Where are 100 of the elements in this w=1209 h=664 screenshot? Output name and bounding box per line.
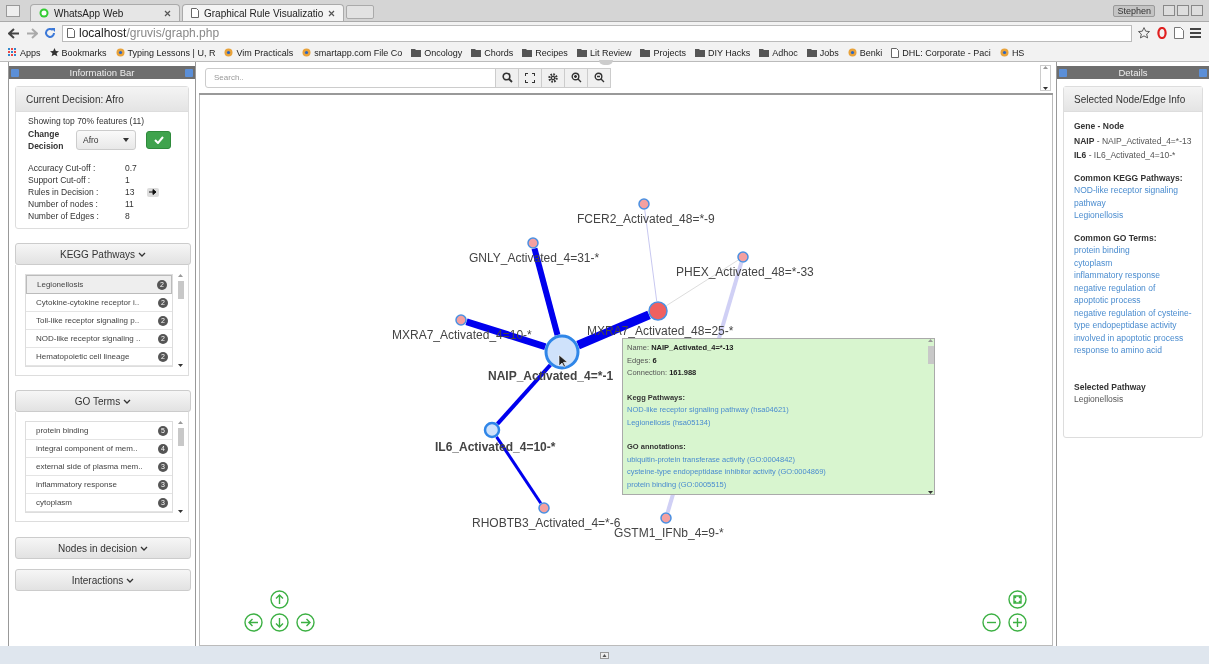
star-icon[interactable] [1138,27,1150,39]
site-icon [302,48,312,57]
scroll-up-icon[interactable] [1043,65,1048,69]
bookmark[interactable]: Lit Review [576,47,632,58]
close-icon[interactable] [328,9,336,17]
decision-dropdown[interactable]: Afro [76,130,136,150]
back-icon[interactable] [8,27,20,39]
bookmark[interactable]: Vim Practicals [224,47,294,58]
close-icon[interactable] [164,9,171,17]
browser-tab[interactable]: Graphical Rule Visualizatio [182,4,345,21]
scrollbar-thumb[interactable] [927,346,934,364]
pathway-link[interactable]: NOD-like receptor signaling pathway [1074,184,1192,209]
arrow-button[interactable] [147,187,159,197]
scroll-down-icon[interactable] [928,491,933,494]
stat-value: 11 [125,199,135,209]
expand-up-icon[interactable] [600,651,609,659]
zoom-in-button[interactable] [564,67,588,88]
go-term-link[interactable]: protein binding [1074,244,1192,257]
browser-tab[interactable]: WhatsApp Web [30,4,180,21]
address-bar[interactable]: localhost/gruvis/graph.php [62,24,1132,42]
bookmark[interactable]: Typing Lessons | U, R [115,47,216,58]
accordion-header[interactable]: Nodes in decision [15,537,191,559]
site-icon [224,48,234,57]
scroll-down-icon[interactable] [1043,86,1048,90]
go-term-link[interactable]: inflammatory response [1074,269,1192,282]
mouse-cursor-icon [558,354,568,368]
stat-label: Accuracy Cut-off : [28,163,97,173]
search-icon [501,72,513,83]
graph-node[interactable] [660,512,672,524]
graph-node[interactable] [538,502,550,514]
caret-icon [123,138,129,142]
fullscreen-icon [525,72,535,83]
go-term-link[interactable]: cytoplasm [1074,256,1192,269]
forward-icon[interactable] [26,27,38,39]
bookmark[interactable]: Jobs [806,47,839,58]
window-icon [6,5,20,17]
ring-icon[interactable] [1156,27,1168,39]
scrollbar[interactable] [177,421,184,513]
bookmark[interactable]: Projects [640,47,686,58]
graph-node[interactable] [527,237,539,249]
graph-node[interactable] [638,198,650,210]
scrollbar[interactable] [177,274,184,367]
pan-right-button[interactable] [296,613,315,632]
pan-left-button[interactable] [244,613,263,632]
pathway-link[interactable]: Legionellosis [1074,209,1192,222]
profile-name[interactable]: Stephen [1113,4,1155,17]
bookmark[interactable]: Benki [847,47,883,58]
fit-view-button[interactable] [1008,590,1027,609]
window-controls[interactable] [1163,5,1203,16]
new-tab-button[interactable] [346,5,375,19]
apps-icon [8,48,17,57]
node-label: FCER2_Activated_48=*-9 [577,212,715,226]
pan-up-button[interactable] [270,590,289,609]
reload-icon[interactable] [44,27,56,39]
scrollbar-thumb[interactable] [177,281,184,299]
site-icon [999,48,1009,57]
folder-icon [471,48,482,57]
bookmark[interactable]: Chords [471,47,514,58]
scroll-down-icon[interactable] [178,510,183,513]
bookmark[interactable]: DIY Hacks [694,47,751,58]
zoom-out-icon [982,613,1001,632]
bookmark[interactable]: Adhoc [759,47,798,58]
pan-down-button[interactable] [270,613,289,632]
accordion-header[interactable]: KEGG Pathways [15,243,191,265]
scrollbar-thumb[interactable] [177,428,184,446]
graph-node[interactable] [737,251,749,263]
scroll-up-icon[interactable] [178,274,183,277]
go-term-link[interactable]: response to amino acid [1074,344,1192,357]
collapse-handle[interactable] [599,60,613,65]
scrollbar[interactable] [927,339,934,494]
graph-node[interactable] [455,314,467,326]
bookmark[interactable]: Apps [8,47,41,58]
scroll-down-icon[interactable] [178,364,183,367]
accordion-header[interactable]: Interactions [15,569,191,591]
zoom-out-button[interactable] [587,67,611,88]
scroll-arrows[interactable] [1040,64,1051,91]
fullscreen-button[interactable] [518,67,542,88]
accordion-header[interactable]: GO Terms [15,390,191,412]
graph-node[interactable] [483,421,501,439]
menu-icon[interactable] [1190,28,1201,38]
graph-node[interactable] [648,301,668,321]
bookmark[interactable]: Bookmarks [49,47,107,58]
page-icon [191,8,199,18]
graph-node[interactable] [544,334,580,370]
stat-value: 0.7 [125,163,138,173]
scroll-up-icon[interactable] [178,421,183,424]
stat-label: Rules in Decision : [28,187,100,197]
bookmark[interactable]: Oncology [411,47,463,58]
bookmark[interactable]: Recipes [522,47,568,58]
folder-icon [640,48,651,57]
chevron-down-icon [138,251,146,257]
page-icon[interactable] [1174,27,1184,39]
apply-button[interactable] [146,131,171,149]
bookmark[interactable]: HS [999,47,1025,58]
settings-button[interactable] [541,67,565,88]
bookmark[interactable]: DHL: Corporate - Paci [891,47,991,58]
bookmark[interactable]: smartapp.com File Co [302,47,403,58]
search-field[interactable]: Search.. [205,67,496,88]
scroll-up-icon[interactable] [928,339,933,342]
search-button[interactable] [495,67,519,88]
